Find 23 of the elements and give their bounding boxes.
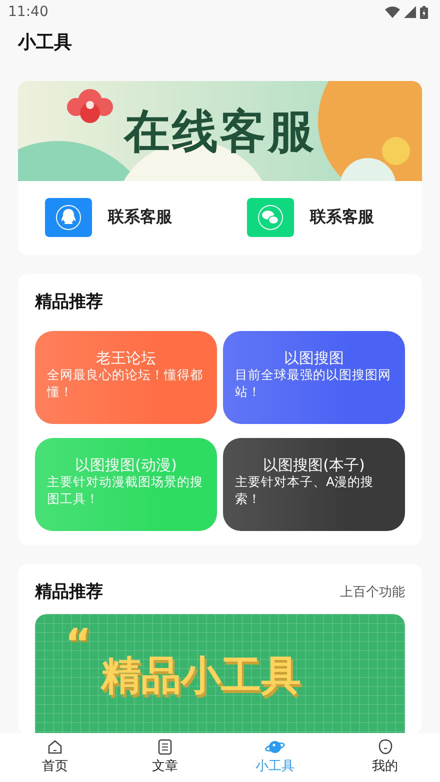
chat-bubbles-icon xyxy=(247,198,294,237)
banner-title: 精品小工具 xyxy=(101,656,302,696)
more-link[interactable]: 上百个功能 xyxy=(340,583,405,603)
signal-icon xyxy=(404,6,416,18)
section-title: 精品推荐 xyxy=(35,290,104,314)
contact-link[interactable]: 联系客服 xyxy=(220,198,422,237)
home-icon xyxy=(47,739,63,755)
tool-tile[interactable]: 以图搜图(本子) 主要针对本子、A漫的搜索！ xyxy=(223,438,405,532)
status-time: 11:40 xyxy=(8,2,48,22)
contact-link[interactable]: 联系客服 xyxy=(18,198,220,237)
planet-icon xyxy=(265,739,285,755)
battery-icon xyxy=(420,6,428,18)
banner-title: 在线客服 xyxy=(124,108,316,154)
chat-bubble-icon xyxy=(45,198,92,237)
document-icon xyxy=(158,739,172,755)
face-icon xyxy=(378,739,392,755)
nav-tab[interactable]: 我的 xyxy=(350,733,420,776)
nav-tab[interactable]: 首页 xyxy=(20,733,90,776)
tool-tile[interactable]: 以图搜图 目前全球最强的以图搜图网站！ xyxy=(223,331,405,424)
page-title: 小工具 xyxy=(16,31,73,54)
section-title: 精品推荐 xyxy=(35,581,103,604)
nav-tab[interactable]: 文章 xyxy=(130,733,200,776)
wifi-icon xyxy=(385,6,400,18)
